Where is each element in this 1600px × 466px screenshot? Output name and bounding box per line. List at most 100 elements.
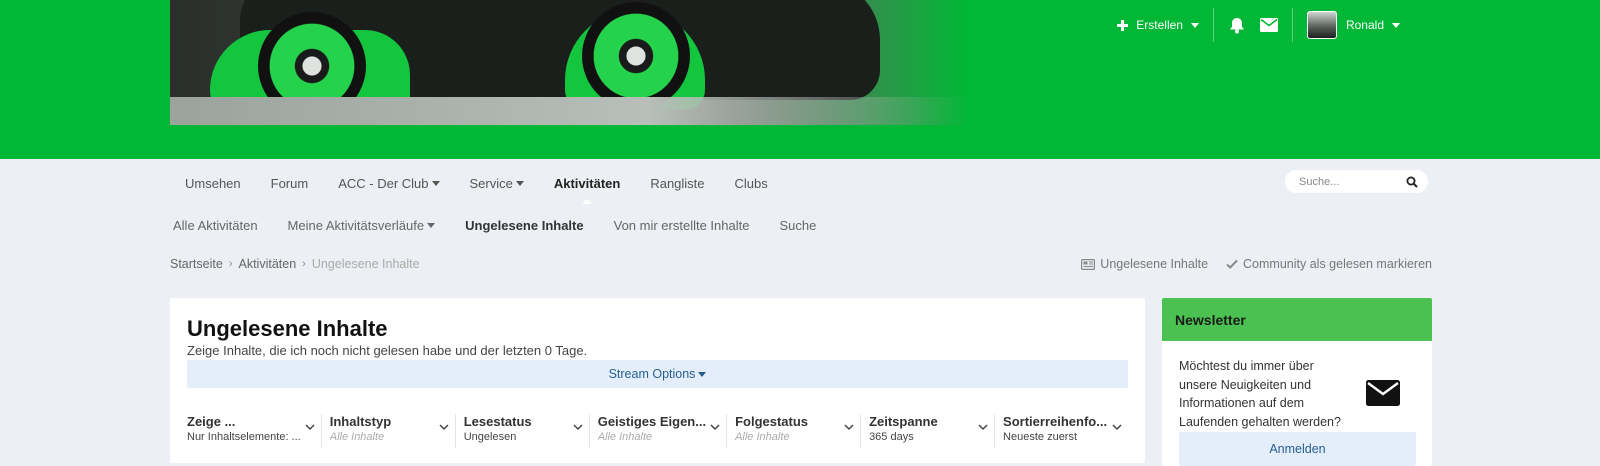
newsletter-text: Möchtest du immer über unsere Neuigkeite…: [1179, 359, 1341, 429]
chevron-right-icon: ›: [228, 258, 233, 270]
filter-value: 365 days: [869, 431, 914, 443]
nav-label: ACC - Der Club: [338, 175, 429, 191]
mark-community-read-link[interactable]: Community als gelesen markieren: [1226, 257, 1432, 271]
search-box: [1285, 170, 1428, 193]
sub-navigation: Alle Aktivitäten Meine Aktivitätsverläuf…: [170, 212, 831, 238]
banner-floor: [170, 97, 970, 125]
page-description: Zeige Inhalte, die ich noch nicht gelese…: [187, 343, 588, 358]
mark-community-read-label: Community als gelesen markieren: [1243, 257, 1432, 271]
divider: [1212, 8, 1214, 42]
stream-filters: Zeige ... Nur Inhaltselemente: ... Inhal…: [187, 414, 1128, 448]
chevron-down-icon: [710, 418, 720, 436]
nav-item-rangliste[interactable]: Rangliste: [635, 166, 719, 200]
nav-label: Service: [469, 175, 513, 191]
filter-ownership[interactable]: Geistiges Eigen... Alle Inhalte: [590, 414, 728, 448]
subnav-item-all-activities[interactable]: Alle Aktivitäten: [170, 218, 273, 233]
filter-title: Lesestatus: [463, 414, 532, 429]
search-input[interactable]: [1299, 175, 1399, 188]
caret-down-icon: [698, 371, 707, 377]
caret-down-icon: [1392, 22, 1400, 28]
caret-down-icon: [1190, 22, 1199, 28]
stream-options-label: Stream Options: [608, 367, 696, 381]
filter-title: Sortierreihenfo...: [1003, 414, 1108, 429]
chevron-down-icon: [978, 418, 988, 436]
subnav-label: Alle Aktivitäten: [173, 217, 258, 233]
nav-item-umsehen[interactable]: Umsehen: [170, 166, 256, 200]
nav-label: Clubs: [734, 175, 768, 191]
nav-item-clubs[interactable]: Clubs: [720, 166, 783, 200]
chevron-down-icon: [1112, 418, 1122, 436]
filter-title: Inhaltstyp: [329, 414, 392, 429]
main-navigation: Umsehen Forum ACC - Der Club Service Akt…: [170, 166, 783, 204]
nav-label: Rangliste: [650, 175, 705, 191]
filter-follow-status[interactable]: Folgestatus Alle Inhalte: [727, 414, 862, 448]
nav-item-service[interactable]: Service: [455, 166, 539, 200]
breadcrumb-actions: Ungelesene Inhalte Community als gelesen…: [1081, 257, 1432, 271]
subnav-item-my-content[interactable]: Von mir erstellte Inhalte: [599, 218, 765, 233]
filter-value: Alle Inhalte: [329, 431, 385, 443]
filter-title: Geistiges Eigen...: [597, 414, 707, 429]
filter-title: Zeige ...: [187, 414, 236, 429]
user-menu-button[interactable]: Ronald: [1306, 11, 1400, 39]
filter-read-status[interactable]: Lesestatus Ungelesen: [456, 414, 590, 448]
chevron-down-icon: [305, 418, 315, 436]
messages-button[interactable]: [1259, 16, 1278, 34]
subnav-item-search[interactable]: Suche: [764, 218, 831, 233]
nav-label: Forum: [270, 175, 309, 191]
caret-down-icon: [427, 222, 436, 228]
chevron-right-icon: ›: [302, 258, 306, 270]
breadcrumb-current: Ungelesene Inhalte: [311, 257, 420, 271]
filter-title: Folgestatus: [735, 414, 809, 429]
nav-item-forum[interactable]: Forum: [256, 166, 324, 200]
filter-value: Ungelesen: [463, 431, 517, 443]
bell-icon: [1228, 16, 1246, 34]
chevron-down-icon: [844, 418, 854, 436]
search-icon[interactable]: [1406, 176, 1418, 188]
newsletter-subscribe-button[interactable]: Anmelden: [1179, 432, 1416, 466]
subnav-label: Von mir erstellte Inhalte: [613, 217, 750, 233]
filter-value: Neueste zuerst: [1003, 431, 1078, 443]
filter-value: Alle Inhalte: [735, 431, 790, 443]
unread-content-label: Ungelesene Inhalte: [1100, 257, 1209, 271]
subnav-label: Meine Aktivitätsverläufe: [287, 217, 425, 233]
user-name: Ronald: [1345, 18, 1384, 32]
chevron-down-icon: [573, 418, 583, 436]
unread-content-panel: Ungelesene Inhalte Zeige Inhalte, die ic…: [170, 298, 1145, 463]
filter-show[interactable]: Zeige ... Nur Inhaltselemente: ...: [187, 414, 322, 448]
breadcrumb-link-activities[interactable]: Aktivitäten: [238, 257, 296, 271]
site-header: Erstellen Ronald: [0, 0, 1600, 159]
subnav-label: Suche: [779, 217, 817, 233]
nav-label: Aktivitäten: [553, 175, 621, 191]
caret-down-icon: [515, 180, 524, 186]
newsletter-title: Newsletter: [1162, 298, 1432, 341]
filter-title: Zeitspanne: [869, 414, 938, 429]
filter-time-period[interactable]: Zeitspanne 365 days: [861, 414, 996, 448]
filter-sort-order[interactable]: Sortierreihenfo... Neueste zuerst: [995, 414, 1128, 448]
breadcrumb-link-home[interactable]: Startseite: [170, 257, 223, 271]
page-title: Ungelesene Inhalte: [187, 316, 388, 341]
nav-label: Umsehen: [185, 175, 241, 191]
plus-icon: [1113, 16, 1131, 34]
breadcrumb: Startseite › Aktivitäten › Ungelesene In…: [170, 257, 420, 271]
filter-value: Alle Inhalte: [597, 431, 653, 443]
newsletter-widget: Newsletter Möchtest du immer über unsere…: [1162, 298, 1432, 466]
newspaper-icon: [1081, 258, 1096, 270]
create-menu-label: Erstellen: [1136, 18, 1183, 32]
create-menu-button[interactable]: Erstellen: [1113, 16, 1199, 34]
divider: [1291, 8, 1293, 42]
avatar: [1306, 11, 1337, 39]
user-bar: Erstellen Ronald: [1113, 8, 1400, 42]
check-icon: [1226, 259, 1238, 269]
envelope-icon: [1259, 16, 1278, 34]
car-wheel: [582, 2, 690, 110]
stream-options-button[interactable]: Stream Options: [187, 360, 1128, 388]
nav-item-club[interactable]: ACC - Der Club: [323, 166, 454, 200]
nav-item-aktivitaeten[interactable]: Aktivitäten: [539, 166, 635, 204]
subnav-item-my-streams[interactable]: Meine Aktivitätsverläufe: [273, 218, 451, 233]
unread-content-link[interactable]: Ungelesene Inhalte: [1081, 257, 1208, 271]
subnav-label: Ungelesene Inhalte: [465, 217, 584, 233]
subnav-item-unread[interactable]: Ungelesene Inhalte: [450, 218, 598, 233]
filter-content-type[interactable]: Inhaltstyp Alle Inhalte: [322, 414, 456, 448]
notifications-button[interactable]: [1228, 16, 1246, 34]
filter-value: Nur Inhaltselemente: ...: [187, 431, 301, 443]
